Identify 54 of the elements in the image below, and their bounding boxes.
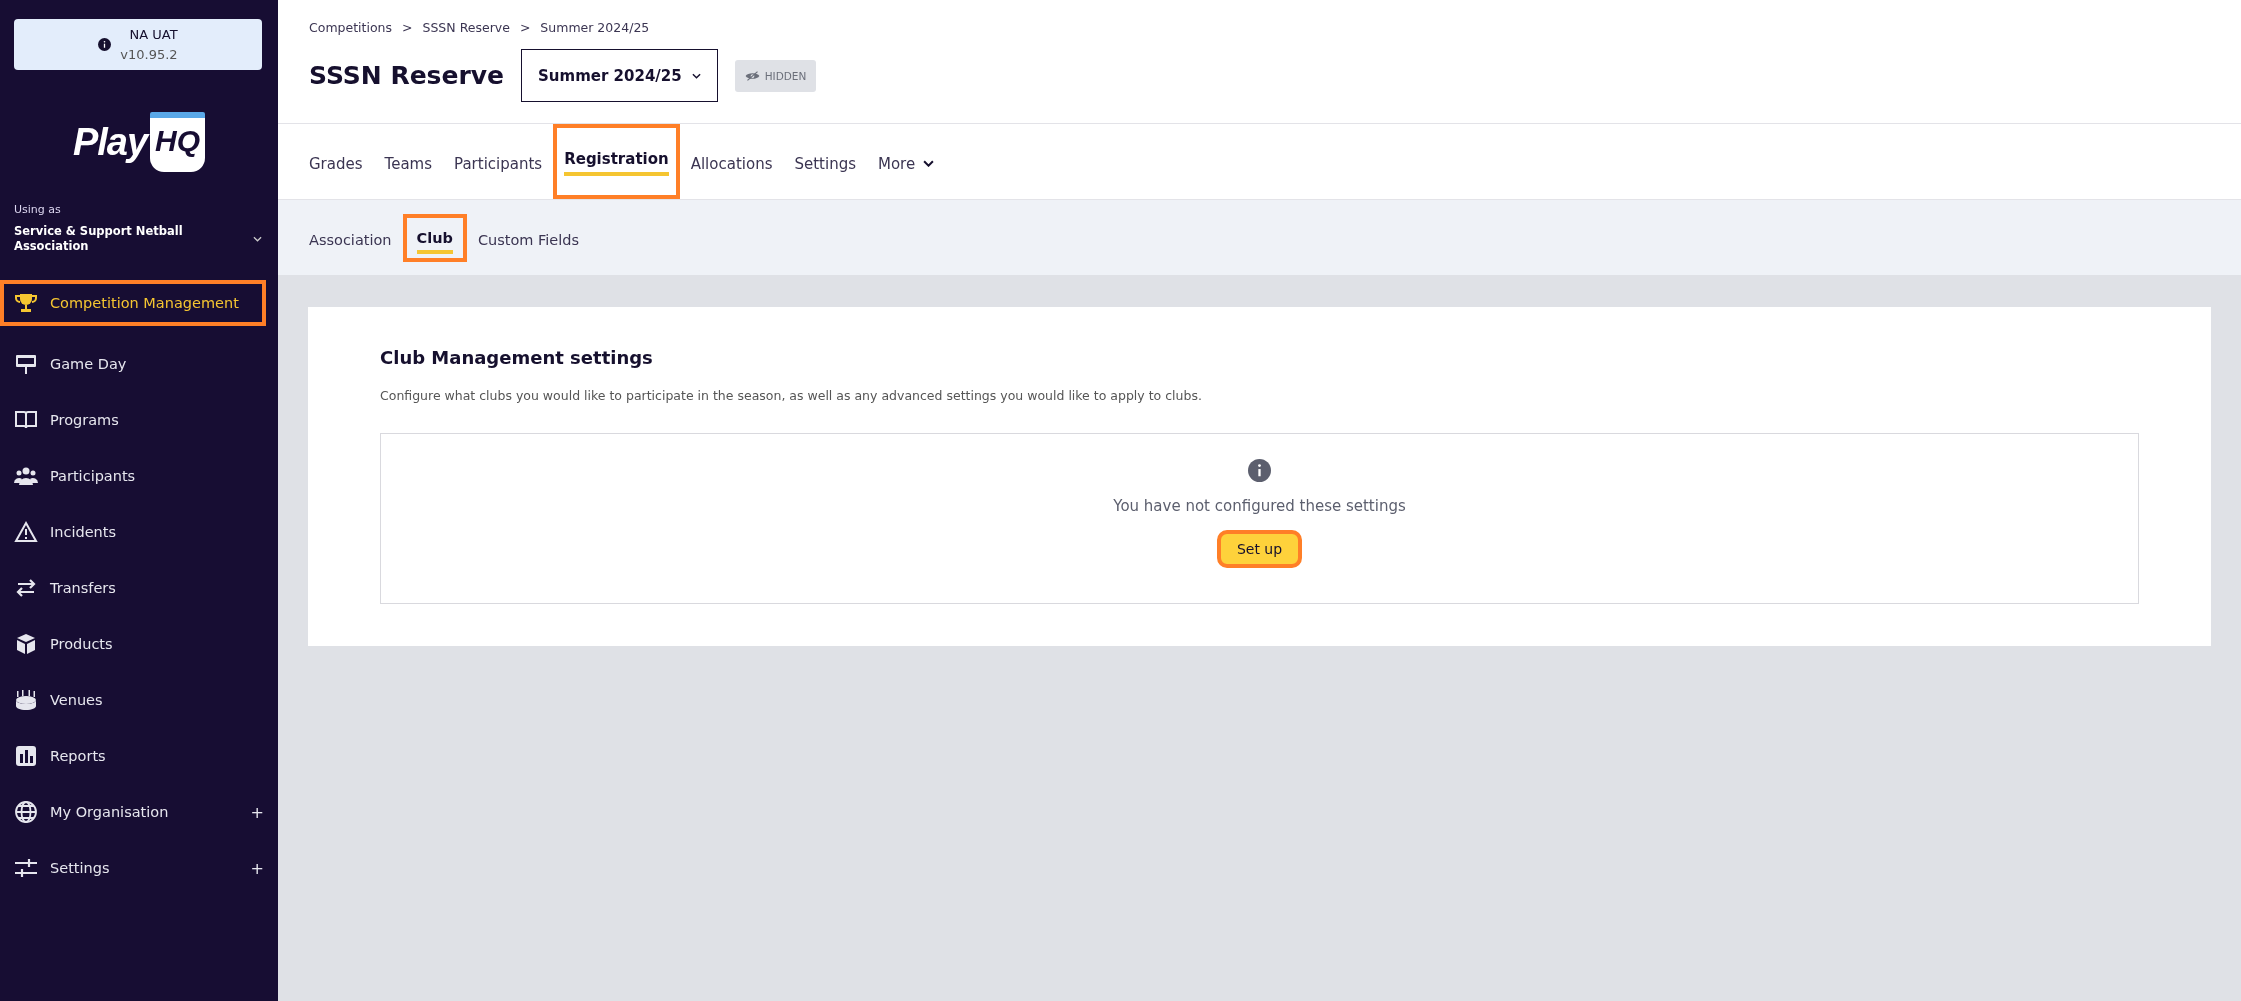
organisation-selector[interactable]: Service & Support Netball Association xyxy=(14,224,278,254)
stadium-icon xyxy=(14,688,38,712)
version-text: v10.95.2 xyxy=(120,45,178,64)
subtab[interactable]: Association xyxy=(309,227,392,256)
tab[interactable]: More xyxy=(878,150,935,181)
set-up-button[interactable]: Set up xyxy=(1216,530,1303,568)
chevron-down-icon xyxy=(691,72,701,79)
tab[interactable]: Teams xyxy=(384,150,433,181)
sidebar-item[interactable]: Settings + xyxy=(0,840,278,896)
logo-shield: HQ xyxy=(150,112,206,172)
tab[interactable]: Allocations xyxy=(690,150,773,181)
sidebar-item[interactable]: My Organisation + xyxy=(0,784,278,840)
card-heading: Club Management settings xyxy=(380,347,654,368)
eye-slash-icon xyxy=(744,70,760,81)
sidebar-item[interactable]: Transfers xyxy=(0,560,278,616)
sidebar-item[interactable]: Incidents xyxy=(0,504,278,560)
subtab[interactable]: Custom Fields xyxy=(477,227,580,256)
info-icon xyxy=(1248,459,1271,482)
card-description: Configure what clubs you would like to participate in the season, as well as any advanced settings you would like to apply to clubs. xyxy=(380,388,1203,403)
sidebar-item[interactable]: Participants xyxy=(0,448,278,504)
season-dropdown[interactable]: Summer 2024/25 xyxy=(521,49,718,102)
sidebar-item[interactable]: Products xyxy=(0,616,278,672)
chevron-down-icon xyxy=(923,160,935,167)
using-as-label: Using as xyxy=(14,203,61,216)
breadcrumb-separator: > xyxy=(402,20,413,35)
hidden-label: HIDDEN xyxy=(764,69,807,82)
box-icon xyxy=(14,632,38,656)
trophy-icon xyxy=(14,291,38,315)
info-icon xyxy=(98,38,112,51)
chart-icon xyxy=(14,744,38,768)
tab[interactable]: Participants xyxy=(454,150,543,181)
empty-state-message: You have not configured these settings xyxy=(1113,497,1406,515)
breadcrumb-link[interactable]: SSSN Reserve xyxy=(422,20,510,35)
expand-icon: + xyxy=(250,858,264,878)
page-title: SSSN Reserve xyxy=(309,61,505,90)
sidebar-item[interactable]: Venues xyxy=(0,672,278,728)
tab[interactable]: Registration xyxy=(564,145,669,176)
logo-text: Play xyxy=(72,120,148,164)
subtab[interactable]: Club xyxy=(416,225,453,254)
sidebar-item[interactable]: Reports xyxy=(0,728,278,784)
scoreboard-icon xyxy=(14,352,38,376)
sidebar-item[interactable]: Competition Management xyxy=(0,280,266,326)
chevron-down-icon xyxy=(253,236,262,242)
sidebar-item[interactable]: Game Day xyxy=(0,336,278,392)
sliders-icon xyxy=(14,856,38,880)
warning-icon xyxy=(14,520,38,544)
globe-icon xyxy=(14,800,38,824)
sidebar-item[interactable]: Programs xyxy=(0,392,278,448)
breadcrumb-link[interactable]: Competitions xyxy=(309,20,392,35)
breadcrumb-separator: > xyxy=(519,20,531,35)
environment-name: NA UAT xyxy=(129,25,178,44)
tab[interactable]: Grades xyxy=(309,150,363,181)
tab[interactable]: Settings xyxy=(794,150,856,181)
expand-icon: + xyxy=(250,802,264,822)
